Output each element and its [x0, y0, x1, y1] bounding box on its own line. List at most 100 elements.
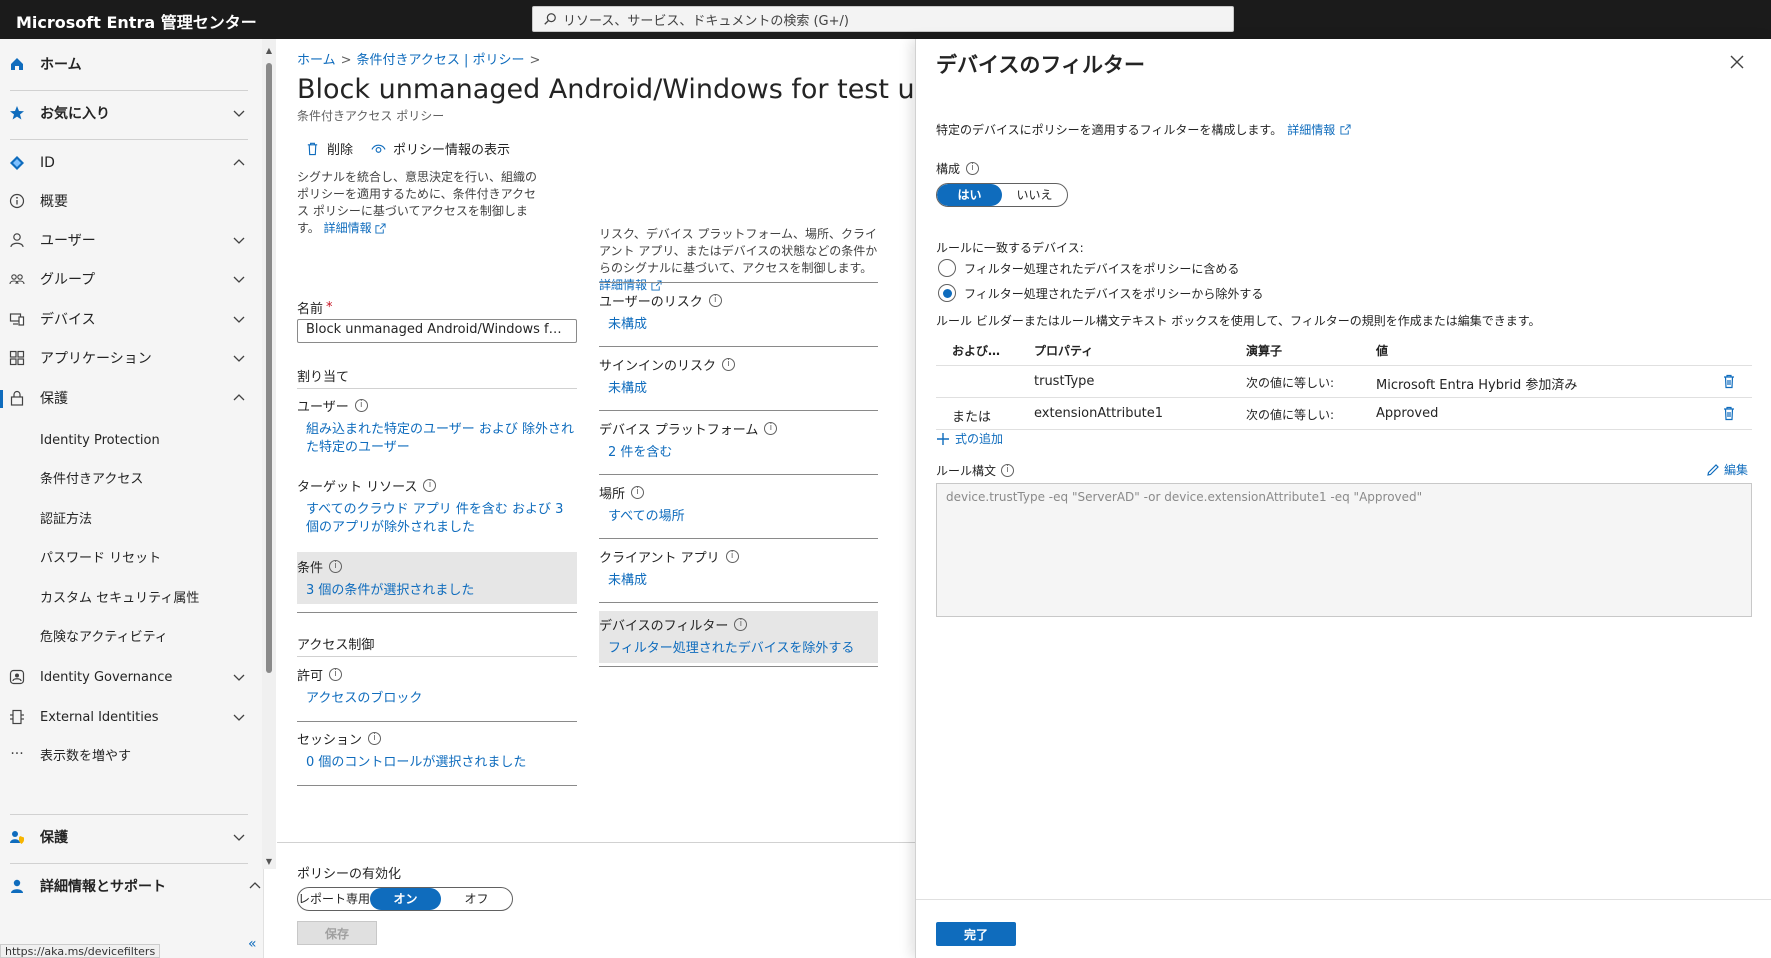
scroll-down-arrow[interactable]: ▼ — [264, 857, 274, 867]
nav-protection-2[interactable]: 保護 — [0, 821, 250, 853]
grant-link[interactable]: アクセスのブロック — [306, 690, 422, 708]
chevron-down-icon[interactable] — [232, 233, 246, 247]
nav-overview[interactable]: 概要 — [0, 185, 250, 217]
nav-users[interactable]: ユーザー — [0, 224, 250, 256]
radio-button[interactable] — [938, 259, 956, 277]
users-assignment-link[interactable]: 組み込まれた特定のユーザー および 除外された特定のユーザー — [306, 421, 576, 457]
device-filter-flyout: デバイスのフィルター 特定のデバイスにポリシーを適用するフィルターを構成します。… — [915, 39, 1771, 958]
client-apps-link[interactable]: 未構成 — [608, 572, 647, 590]
device-platforms-link[interactable]: 2 件を含む — [608, 444, 672, 462]
nav-identity-governance[interactable]: Identity Governance — [0, 661, 250, 693]
nav-risky-activities[interactable]: 危険なアクティビティ — [0, 619, 250, 651]
enable-policy-toggle[interactable]: レポート専用 オン オフ — [297, 887, 513, 911]
view-policy-info-button[interactable]: ポリシー情報の表示 — [371, 139, 510, 158]
chevron-down-icon[interactable] — [232, 351, 246, 365]
info-icon[interactable]: i — [423, 479, 437, 492]
nav-show-more[interactable]: ··· 表示数を増やす — [0, 738, 250, 770]
save-button[interactable]: 保存 — [297, 921, 377, 945]
rule-syntax-label: ルール構文 i — [936, 462, 1015, 479]
add-expression-button[interactable]: 式の追加 — [936, 430, 1003, 447]
nav-home[interactable]: ホーム — [0, 48, 250, 80]
delete-row-icon[interactable] — [1721, 405, 1737, 421]
nav-applications[interactable]: アプリケーション — [0, 342, 250, 374]
chevron-down-icon[interactable] — [232, 272, 246, 286]
delete-row-icon[interactable] — [1721, 373, 1737, 389]
rule-syntax-textbox[interactable]: device.trustType -eq "ServerAD" -or devi… — [936, 483, 1752, 617]
session-link[interactable]: 0 個のコントロールが選択されました — [306, 754, 526, 772]
radio-exclude[interactable]: フィルター処理されたデバイスをポリシーから除外する — [938, 284, 1263, 302]
nav-auth-methods[interactable]: 認証方法 — [0, 501, 250, 533]
nav-protection[interactable]: 保護 — [0, 382, 250, 414]
nav-favorites[interactable]: お気に入り — [0, 97, 250, 129]
global-search-input[interactable]: リソース、サービス、ドキュメントの検索 (G+/) — [532, 6, 1234, 32]
delete-button[interactable]: 削除 — [305, 139, 353, 158]
target-resources-link[interactable]: すべてのクラウド アプリ 件を含む および 3 個のアプリが除外されました — [306, 501, 576, 537]
nav-custom-security-attributes[interactable]: カスタム セキュリティ属性 — [0, 580, 250, 612]
table-row[interactable]: または extensionAttribute1 次の値に等しい: Approve… — [936, 398, 1752, 430]
nav-learn-support[interactable]: 詳細情報とサポート — [0, 870, 261, 902]
policy-name-input[interactable]: Block unmanaged Android/Windows fo… — [297, 319, 577, 343]
client-apps-label: クライアント アプリ i — [599, 547, 739, 566]
breadcrumb-ca-policies[interactable]: 条件付きアクセス | ポリシー — [357, 53, 525, 68]
nav-password-reset[interactable]: パスワード リセット — [0, 540, 250, 572]
edit-rule-syntax-button[interactable]: 編集 — [1706, 461, 1748, 478]
toggle-yes[interactable]: はい — [937, 184, 1002, 206]
info-icon[interactable]: i — [631, 486, 645, 499]
scroll-up-arrow[interactable]: ▲ — [264, 46, 274, 56]
info-icon[interactable]: i — [722, 358, 736, 371]
chevron-up-icon[interactable] — [232, 156, 246, 170]
nav-identity-protection[interactable]: Identity Protection — [0, 424, 250, 456]
chevron-up-icon[interactable] — [248, 879, 262, 893]
table-row[interactable]: trustType 次の値に等しい: Microsoft Entra Hybri… — [936, 366, 1752, 398]
done-button[interactable]: 完了 — [936, 922, 1016, 946]
sidebar-scroll-thumb[interactable] — [266, 63, 272, 673]
info-icon[interactable]: i — [1001, 464, 1015, 477]
toggle-on[interactable]: オン — [370, 888, 442, 910]
chevron-down-icon[interactable] — [232, 106, 246, 120]
brand-title[interactable]: Microsoft Entra 管理センター — [16, 9, 257, 33]
close-icon[interactable] — [1728, 53, 1746, 71]
learn-more-link[interactable]: 詳細情報 — [324, 221, 372, 235]
nav-id[interactable]: ID — [0, 147, 250, 179]
breadcrumb-home[interactable]: ホーム — [297, 53, 336, 68]
toggle-off[interactable]: オフ — [441, 888, 512, 910]
chevron-up-icon[interactable] — [232, 391, 246, 405]
info-icon[interactable]: i — [354, 399, 368, 412]
external-link-icon — [375, 223, 387, 234]
info-icon[interactable]: i — [966, 162, 980, 175]
session-label: セッション i — [297, 729, 382, 748]
name-label: 名前 * — [297, 300, 333, 317]
page-subtitle: 条件付きアクセス ポリシー — [297, 109, 445, 123]
radio-include[interactable]: フィルター処理されたデバイスをポリシーに含める — [938, 259, 1239, 277]
learn-more-link-2[interactable]: 詳細情報 — [599, 278, 647, 292]
toggle-no[interactable]: いいえ — [1002, 184, 1067, 206]
nav-conditional-access[interactable]: 条件付きアクセス — [0, 461, 250, 493]
conditions-link[interactable]: 3 個の条件が選択されました — [306, 582, 474, 600]
device-filter-link[interactable]: フィルター処理されたデバイスを除外する — [608, 640, 854, 658]
assignments-heading: 割り当て — [297, 370, 350, 385]
configure-toggle[interactable]: はい いいえ — [936, 183, 1068, 207]
info-icon[interactable]: i — [329, 668, 343, 681]
nav-groups[interactable]: グループ — [0, 263, 250, 295]
info-icon[interactable]: i — [708, 294, 722, 307]
flyout-learn-more-link[interactable]: 詳細情報 — [1287, 121, 1335, 138]
info-icon[interactable]: i — [734, 618, 748, 631]
chevron-down-icon[interactable] — [232, 710, 246, 724]
chevron-down-icon[interactable] — [232, 830, 246, 844]
signin-risk-link[interactable]: 未構成 — [608, 380, 647, 398]
radio-button-checked[interactable] — [938, 284, 956, 302]
nav-external-identities[interactable]: External Identities — [0, 701, 250, 733]
info-icon[interactable]: i — [329, 560, 343, 573]
user-risk-link[interactable]: 未構成 — [608, 316, 647, 334]
info-icon[interactable]: i — [764, 422, 778, 435]
locations-link[interactable]: すべての場所 — [608, 508, 685, 526]
chevron-down-icon[interactable] — [232, 670, 246, 684]
lock-icon — [8, 389, 26, 407]
info-icon[interactable]: i — [725, 550, 739, 563]
user-risk-label: ユーザーのリスク i — [599, 291, 722, 310]
info-icon[interactable]: i — [368, 732, 382, 745]
nav-devices[interactable]: デバイス — [0, 303, 250, 335]
chevron-down-icon[interactable] — [232, 312, 246, 326]
collapse-sidebar-button[interactable]: « — [248, 936, 257, 952]
toggle-report-only[interactable]: レポート専用 — [298, 888, 370, 910]
